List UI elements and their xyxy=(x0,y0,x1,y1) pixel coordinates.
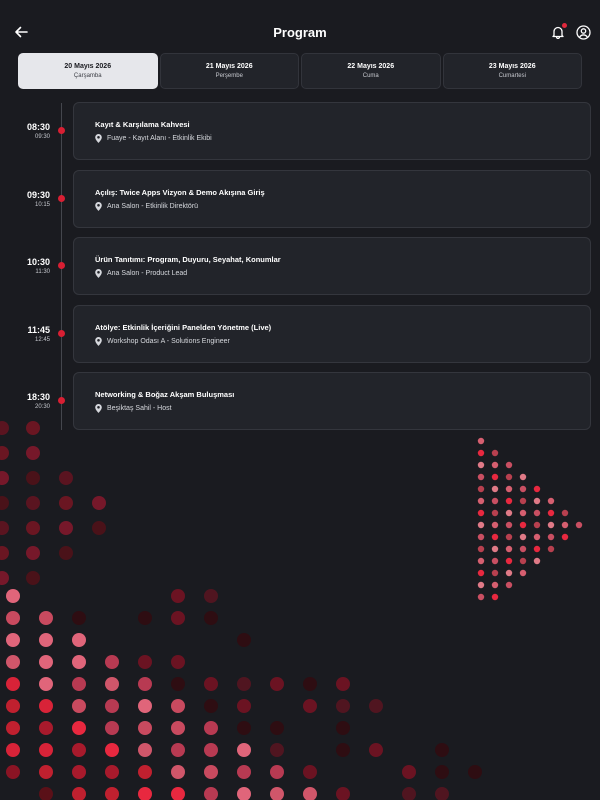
app-header: Program xyxy=(0,0,600,52)
event-card[interactable]: Açılış: Twice Apps Vizyon & Demo Akışına… xyxy=(73,169,591,228)
user-circle-icon xyxy=(575,24,591,40)
tab-weekday: Cuma xyxy=(362,73,379,79)
event-time: 09:30 10:15 xyxy=(0,190,50,210)
event-location: Workshop Odası A - Solutions Engineer xyxy=(95,336,230,346)
timeline-marker xyxy=(58,262,65,269)
event-card[interactable]: Atölye: Etkinlik İçeriğini Panelden Yöne… xyxy=(73,304,591,363)
tab-day-4[interactable]: 23 Mayıs 2026 Cumartesi xyxy=(442,53,582,89)
back-button[interactable] xyxy=(10,21,32,43)
event-location-text: Beşiktaş Sahil - Host xyxy=(107,405,172,412)
event-time: 11:45 12:45 xyxy=(0,325,50,345)
tab-date: 21 Mayıs 2026 xyxy=(205,63,253,70)
event-start-time: 18:30 xyxy=(26,392,50,402)
profile-button[interactable] xyxy=(572,21,594,43)
arrow-left-icon xyxy=(15,26,28,38)
event-row: 10:30 11:30 Ürün Tanıtımı: Program, Duyu… xyxy=(0,237,600,305)
event-title: Atölye: Etkinlik İçeriğini Panelden Yöne… xyxy=(95,322,272,332)
event-row: 18:30 20:30 Networking & Boğaz Akşam Bul… xyxy=(0,372,600,440)
timeline-marker xyxy=(58,329,65,337)
event-location: Fuaye - Kayıt Alanı - Etkinlik Ekibi xyxy=(95,134,212,143)
map-pin-icon xyxy=(95,134,102,143)
tab-weekday: Çarşamba xyxy=(73,73,102,79)
tab-day-2[interactable]: 21 Mayıs 2026 Perşembe xyxy=(159,53,299,89)
notification-badge xyxy=(562,23,567,28)
event-start-time: 11:45 xyxy=(27,324,50,335)
event-end-time: 10:15 xyxy=(34,201,50,208)
timeline-marker xyxy=(58,397,65,404)
event-start-time: 09:30 xyxy=(26,189,50,200)
notifications-button[interactable] xyxy=(547,21,569,43)
page-title: Program xyxy=(273,25,327,40)
event-end-time: 12:45 xyxy=(34,336,50,343)
tab-date: 23 Mayıs 2026 xyxy=(488,63,536,70)
tab-weekday: Perşembe xyxy=(215,73,243,79)
event-time: 08:30 09:30 xyxy=(0,122,50,142)
event-card[interactable]: Kayıt & Karşılama Kahvesi Fuaye - Kayıt … xyxy=(73,102,591,160)
event-start-time: 10:30 xyxy=(26,257,50,267)
tab-day-1[interactable]: 20 Mayıs 2026 Çarşamba xyxy=(18,53,158,89)
event-title: Kayıt & Karşılama Kahvesi xyxy=(95,120,190,129)
event-location: Ana Salon - Product Lead xyxy=(95,269,187,278)
day-tabs: 20 Mayıs 2026 Çarşamba 21 Mayıs 2026 Per… xyxy=(18,53,582,89)
event-card[interactable]: Networking & Boğaz Akşam Buluşması Beşik… xyxy=(73,372,591,430)
event-location-text: Ana Salon - Product Lead xyxy=(107,270,188,277)
event-title: Açılış: Twice Apps Vizyon & Demo Akışına… xyxy=(95,187,265,197)
event-end-time: 09:30 xyxy=(34,134,50,140)
tab-date: 22 Mayıs 2026 xyxy=(347,63,395,70)
event-title: Ürün Tanıtımı: Program, Duyuru, Seyahat,… xyxy=(95,255,281,264)
event-location-text: Fuaye - Kayıt Alanı - Etkinlik Ekibi xyxy=(107,135,212,142)
timeline-marker xyxy=(58,194,65,202)
event-row: 08:30 09:30 Kayıt & Karşılama Kahvesi Fu… xyxy=(0,102,600,170)
tab-weekday: Cumartesi xyxy=(498,73,526,79)
event-card[interactable]: Ürün Tanıtımı: Program, Duyuru, Seyahat,… xyxy=(73,237,591,295)
event-location-text: Workshop Odası A - Solutions Engineer xyxy=(107,337,230,345)
event-time: 18:30 20:30 xyxy=(0,392,50,412)
event-end-time: 20:30 xyxy=(34,404,50,410)
event-row: 11:45 12:45 Atölye: Etkinlik İçeriğini P… xyxy=(0,304,600,373)
event-location-text: Ana Salon - Etkinlik Direktörü xyxy=(107,202,199,210)
event-end-time: 11:30 xyxy=(35,269,50,275)
tab-day-3[interactable]: 22 Mayıs 2026 Cuma xyxy=(301,53,441,89)
event-location: Beşiktaş Sahil - Host xyxy=(95,404,172,413)
timeline-marker xyxy=(58,127,65,134)
event-title: Networking & Boğaz Akşam Buluşması xyxy=(95,390,235,399)
tab-date: 20 Mayıs 2026 xyxy=(64,63,112,70)
map-pin-icon xyxy=(95,404,102,413)
event-start-time: 08:30 xyxy=(26,122,50,132)
event-location: Ana Salon - Etkinlik Direktörü xyxy=(95,201,199,211)
map-pin-icon xyxy=(95,269,102,278)
event-row: 09:30 10:15 Açılış: Twice Apps Vizyon & … xyxy=(0,169,600,238)
event-time: 10:30 11:30 xyxy=(0,257,50,277)
map-pin-icon xyxy=(95,201,102,211)
schedule-timeline: 08:30 09:30 Kayıt & Karşılama Kahvesi Fu… xyxy=(0,102,600,440)
map-pin-icon xyxy=(95,336,102,346)
